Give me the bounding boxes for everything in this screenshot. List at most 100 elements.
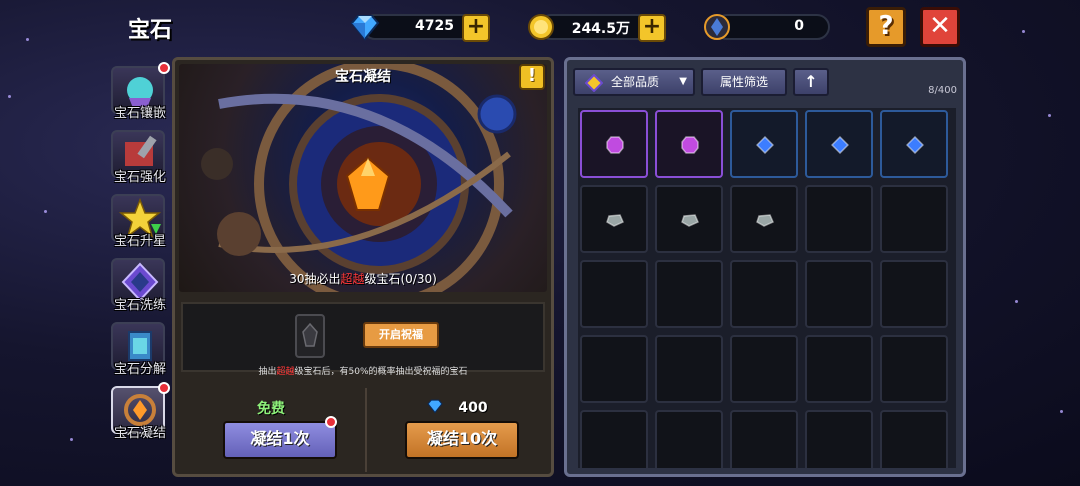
help-button[interactable]: ? [866,7,906,47]
free-label: 免费 [257,401,285,417]
diamond-icon [427,399,444,414]
empty-gem-slot[interactable] [655,410,723,468]
gem-slot-blue[interactable] [880,110,948,178]
orange-gem-icon [345,156,391,211]
quality-filter-dropdown[interactable]: 全部品质 ▼ [573,68,695,96]
sidebar-item-label: 宝石洗练 [113,298,166,313]
gold-amount: 244.5万 [571,21,630,37]
blue-gem-icon [756,136,774,154]
star-decoration [1022,30,1025,33]
gem-inventory-panel: 全部品质 ▼ 属性筛选 ↑ 8/400 [564,57,966,477]
empty-gem-slot[interactable] [805,185,873,253]
gem-grid [578,108,956,468]
sidebar-item-gem-decompose[interactable]: 宝石分解 [110,322,168,382]
empty-gem-slot[interactable] [730,335,798,403]
gold-currency: 244.5万 + [528,14,666,42]
pity-caption: 30抽必出超越级宝石(0/30) [175,270,551,287]
gem-slot-none[interactable] [655,185,723,253]
empty-gem-slot[interactable] [880,185,948,253]
empty-gem-slot[interactable] [805,335,873,403]
add-diamond-button[interactable]: + [462,14,490,42]
empty-gem-slot[interactable] [580,260,648,328]
gem-slot-purple[interactable] [655,110,723,178]
empty-gem-slot[interactable] [730,260,798,328]
blessing-gem-slot[interactable] [295,314,325,358]
draw-once-column: 免费 凝结1次 [181,386,361,474]
gem-slot-blue[interactable] [805,110,873,178]
attribute-filter-button[interactable]: 属性筛选 [701,68,787,96]
draw-ten-cost: 400 [367,398,547,416]
pity-caption-highlight: 超越 [340,272,365,286]
sort-button[interactable]: ↑ [793,68,829,96]
empty-gem-slot[interactable] [880,335,948,403]
draw-ten-button[interactable]: 凝结10次 [405,421,519,459]
notification-badge [325,416,337,428]
star-decoration [44,210,47,213]
crystal-amount: 0 [794,18,804,34]
star-decoration [8,95,11,98]
blessing-note-suffix: 级宝石后，有50%的概率抽出受祝福的宝石 [294,367,468,377]
cost-amount: 400 [458,400,488,416]
notification-badge [158,382,170,394]
pity-caption-suffix: 级宝石(0/30) [364,272,437,286]
blessing-note-highlight: 超越 [276,367,295,377]
diamond-currency: 4725 + [350,14,490,42]
add-gold-button[interactable]: + [638,14,666,42]
empty-gem-slot[interactable] [880,260,948,328]
gold-coin-icon [528,14,554,40]
blessing-note: 抽出超越级宝石后，有50%的概率抽出受祝福的宝石 [175,364,551,377]
empty-gem-slot[interactable] [655,260,723,328]
crystal-currency: 0 [704,14,830,40]
crystal-token-icon [704,14,730,40]
star-decoration [1048,114,1051,117]
draw-area: 免费 凝结1次 400 凝结10次 [181,386,545,474]
panel-title: 宝石凝结 [335,69,391,85]
gem-slot-none[interactable] [580,185,648,253]
sidebar-item-label: 宝石凝结 [113,426,166,441]
close-button[interactable]: ✕ [920,7,960,47]
blessing-note-prefix: 抽出 [258,367,277,377]
gem-slot-blue[interactable] [730,110,798,178]
sidebar-item-label: 宝石强化 [113,170,166,185]
purple-gem-icon [606,136,624,154]
chevron-down-icon: ▼ [679,76,687,87]
star-decoration [70,438,73,441]
star-decoration [26,38,29,41]
blessing-area: 开启祝福 [181,302,545,372]
info-button[interactable]: ! [519,64,545,90]
sidebar-item-gem-star-up[interactable]: 宝石升星 [110,194,168,254]
empty-gem-slot[interactable] [805,260,873,328]
condense-panel: 宝石凝结 ! 30抽必出超越级宝石(0/30) 开启祝福 抽出超越级宝石后，有5… [172,57,554,477]
gray-gem-icon [606,214,624,227]
sidebar-item-gem-refine[interactable]: 宝石洗练 [110,258,168,318]
star-decoration [1015,300,1018,303]
notification-badge [158,62,170,74]
draw-ten-column: 400 凝结10次 [367,386,547,474]
empty-gem-slot[interactable] [880,410,948,468]
gem-slot-purple[interactable] [580,110,648,178]
purple-gem-icon [681,136,699,154]
quality-gem-icon [585,74,603,92]
sidebar-item-gem-enhance[interactable]: 宝石强化 [110,130,168,190]
gem-slot-none[interactable] [730,185,798,253]
diamond-icon [350,15,380,41]
blue-gem-icon [906,136,924,154]
draw-once-button[interactable]: 凝结1次 [223,421,337,459]
sidebar-item-label: 宝石分解 [113,362,166,377]
empty-gem-slot[interactable] [580,335,648,403]
quality-filter-label: 全部品质 [611,75,660,89]
sidebar-item-gem-condense[interactable]: 宝石凝结 [110,382,170,446]
star-decoration [1060,410,1063,413]
sidebar-item-gem-inlay[interactable]: 宝石镶嵌 [110,62,170,126]
gray-gem-icon [681,214,699,227]
inventory-count: 8/400 [928,85,957,96]
page-title: 宝石 [128,18,173,43]
sidebar-item-label: 宝石镶嵌 [113,106,166,121]
gray-gem-icon [756,214,774,227]
empty-gem-slot[interactable] [580,410,648,468]
empty-gem-slot[interactable] [655,335,723,403]
empty-gem-slot[interactable] [730,410,798,468]
diamond-amount: 4725 [415,18,454,34]
empty-gem-slot[interactable] [805,410,873,468]
open-blessing-button[interactable]: 开启祝福 [363,322,439,348]
